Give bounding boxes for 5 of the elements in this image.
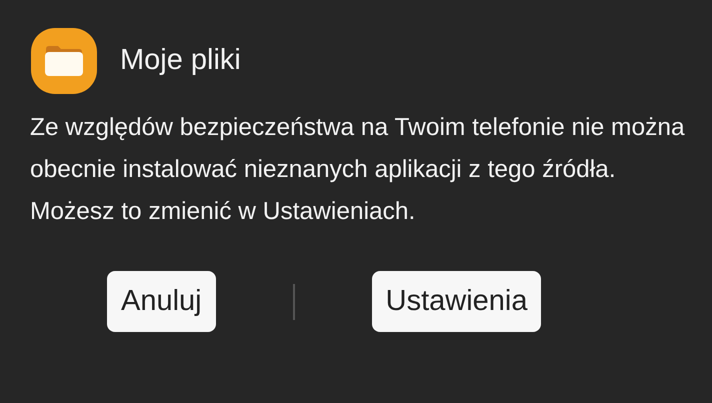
dialog-button[interactable]: Ustawienia xyxy=(372,271,542,332)
app-title: Moje pliki xyxy=(120,43,241,78)
message-text: Ze względów bezpieczeństwa na Twoim telefonie nie można obecnie instalować nieznanych aplikacji z tego źródła. Możesz to zmienić w Ustawieniach. xyxy=(30,113,686,227)
dialog-button[interactable]: Anuluj xyxy=(107,271,216,332)
folder-app-icon xyxy=(30,27,98,95)
